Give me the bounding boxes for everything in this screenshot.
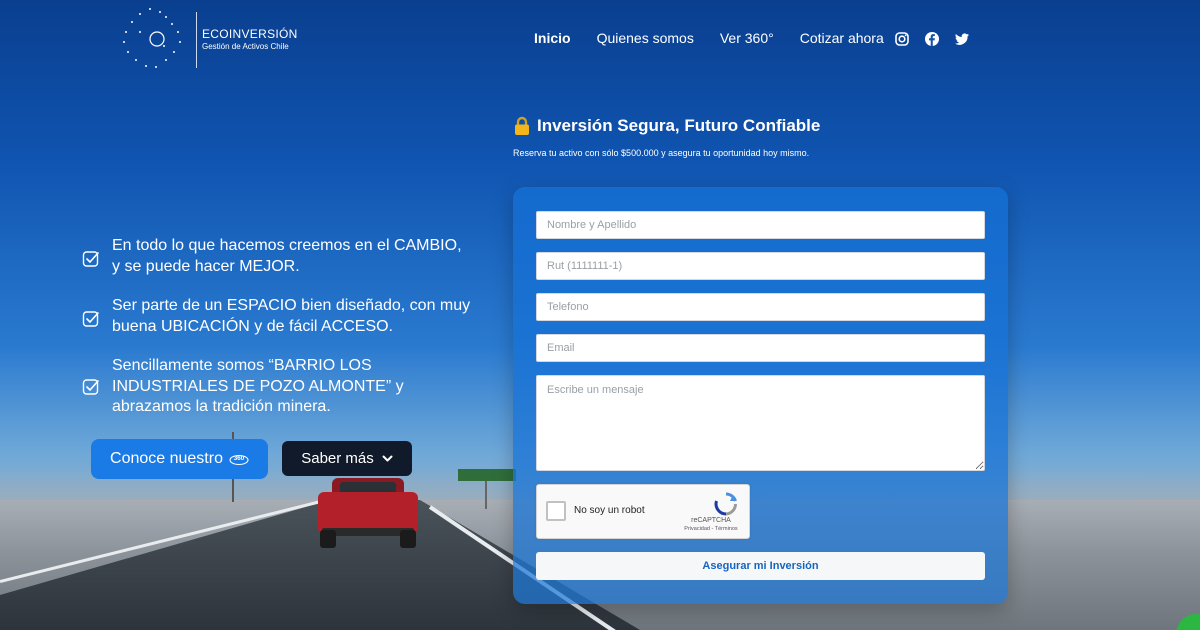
red-pickup-truck [318,478,418,548]
form-title: Inversión Segura, Futuro Confiable [513,116,820,136]
email-input[interactable] [536,334,985,362]
feature-list: En todo lo que hacemos creemos en el CAM… [82,236,472,418]
nav-item-inicio[interactable]: Inicio [534,30,571,46]
lock-icon [515,116,529,135]
phone-input[interactable] [536,293,985,321]
conoce-nuestro-label: Conoce nuestro [110,450,223,467]
feature-text: Ser parte de un ESPACIO bien diseñado, c… [112,297,471,335]
form-subtitle: Reserva tu activo con sólo $500.000 y as… [513,148,810,158]
nav-item-cotizar-ahora[interactable]: Cotizar ahora [800,30,884,46]
main-nav: Inicio Quienes somos Ver 360° Cotizar ah… [534,30,910,46]
road-sign-post [485,481,487,509]
recaptcha-terms-link[interactable]: Privacidad - Términos [681,526,741,532]
cta-row: Conoce nuestro 360 Saber más [91,439,412,479]
message-textarea[interactable] [536,375,985,471]
check-square-icon [82,251,99,267]
chevron-down-icon [382,455,393,461]
360-icon-text: 360 [234,455,245,462]
brand-tagline: Gestión de Activos Chile [202,42,289,51]
logo-dots-icon [123,8,181,68]
check-square-icon [82,379,99,395]
recaptcha-brand: reCAPTCHA [691,517,731,524]
feature-text: Sencillamente somos “BARRIO LOS INDUSTRI… [112,357,404,415]
brand-logo[interactable]: ECOINVERSIÓN Gestión de Activos Chile [120,6,300,70]
social-links [894,31,970,47]
road-sign [458,469,516,481]
360-icon: 360 [229,454,249,466]
recaptcha-icon [714,492,738,516]
logo-divider [196,12,197,68]
feature-item: Sencillamente somos “BARRIO LOS INDUSTRI… [82,356,472,418]
conoce-nuestro-360-button[interactable]: Conoce nuestro 360 [91,439,268,479]
check-square-icon [82,311,99,327]
saber-mas-button[interactable]: Saber más [282,441,412,476]
asegurar-inversion-button[interactable]: Asegurar mi Inversión [536,552,985,580]
brand-name: ECOINVERSIÓN [202,27,298,41]
facebook-icon[interactable] [924,31,940,47]
feature-item: Ser parte de un ESPACIO bien diseñado, c… [82,296,472,337]
recaptcha-checkbox[interactable] [546,501,566,521]
recaptcha-widget: No soy un robot reCAPTCHA Privacidad - T… [536,484,750,539]
form-header: Inversión Segura, Futuro Confiable Reser… [513,116,820,158]
feature-text: En todo lo que hacemos creemos en el CAM… [112,237,462,275]
feature-item: En todo lo que hacemos creemos en el CAM… [82,236,472,277]
reservation-form: No soy un robot reCAPTCHA Privacidad - T… [513,187,1008,604]
nav-item-ver-360[interactable]: Ver 360° [720,30,774,46]
name-input[interactable] [536,211,985,239]
form-title-text: Inversión Segura, Futuro Confiable [537,116,821,135]
rut-input[interactable] [536,252,985,280]
nav-item-quienes-somos[interactable]: Quienes somos [597,30,694,46]
recaptcha-label: No soy un robot [574,505,645,516]
saber-mas-label: Saber más [301,450,374,467]
instagram-icon[interactable] [894,31,910,47]
twitter-icon[interactable] [954,31,970,47]
